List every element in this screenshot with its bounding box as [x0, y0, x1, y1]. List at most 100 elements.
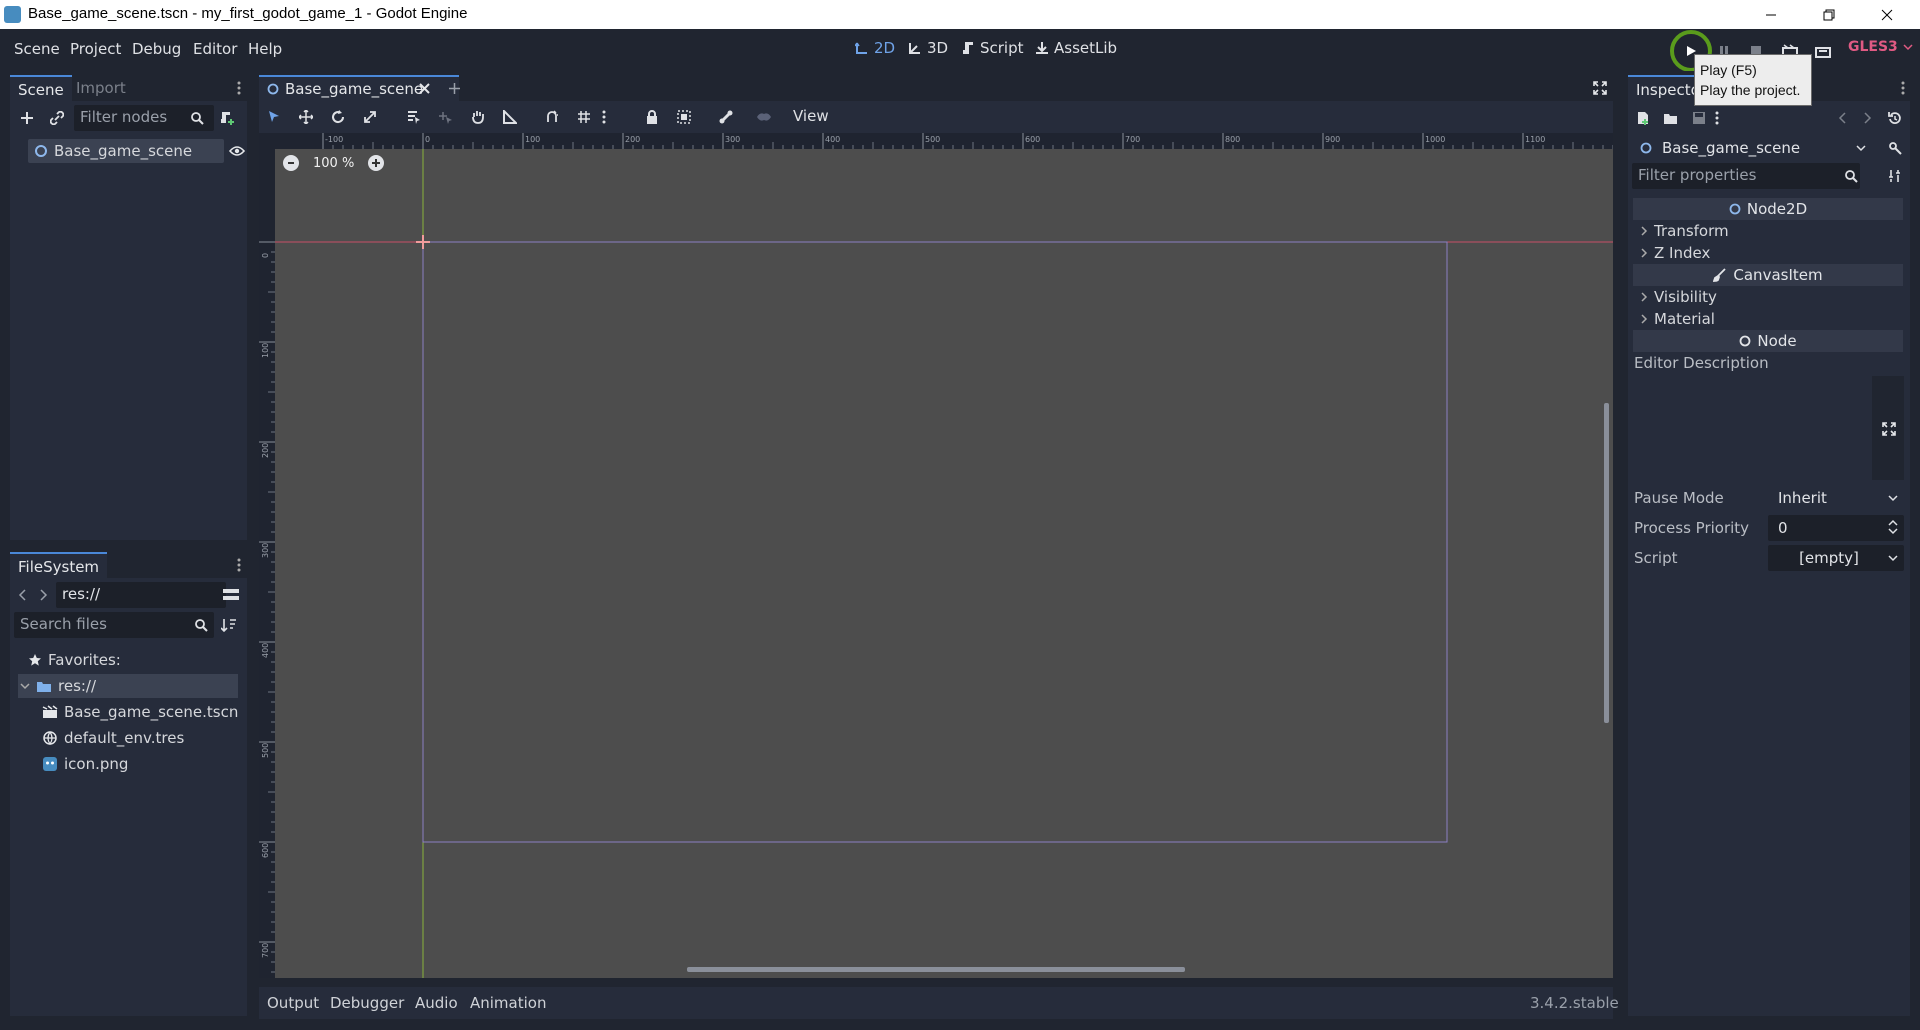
menu-editor[interactable]: Editor — [193, 40, 237, 58]
select-mode-button[interactable] — [263, 106, 285, 128]
zoom-level[interactable]: 100 % — [313, 156, 354, 171]
favorites-row[interactable]: Favorites: — [28, 648, 121, 672]
group-transform[interactable]: Transform — [1640, 220, 1729, 242]
menu-scene[interactable]: Scene — [14, 40, 60, 58]
restore-button[interactable] — [1800, 0, 1858, 29]
node-selector[interactable]: Base_game_scene — [1634, 136, 1874, 160]
tab-output[interactable]: Output — [267, 994, 319, 1012]
toggle-split-button[interactable] — [220, 584, 242, 606]
new-resource-icon — [1638, 112, 1648, 125]
tab-import[interactable]: Import — [68, 75, 134, 101]
skeleton-button[interactable] — [715, 106, 737, 128]
forward-button[interactable] — [32, 584, 54, 606]
file-row-scene[interactable]: Base_game_scene.tscn — [42, 700, 238, 724]
zoom-in-button[interactable] — [368, 155, 385, 171]
close-tab-button[interactable] — [413, 77, 435, 99]
rotate-mode-button[interactable] — [327, 106, 349, 128]
smart-snap-icon — [547, 110, 558, 122]
tab-audio[interactable]: Audio — [415, 994, 458, 1012]
dock-options-button[interactable] — [234, 77, 244, 99]
history-back-button[interactable] — [1832, 107, 1854, 129]
ruler-mode-button[interactable] — [499, 106, 521, 128]
distraction-free-button[interactable] — [1589, 77, 1611, 99]
tab-animation[interactable]: Animation — [470, 994, 546, 1012]
list-view-icon — [223, 589, 239, 600]
editor-description-label: Editor Description — [1634, 354, 1769, 372]
menu-debug[interactable]: Debug — [132, 40, 181, 58]
sort-button[interactable] — [218, 614, 240, 636]
group-z-index[interactable]: Z Index — [1640, 242, 1710, 264]
tab-filesystem[interactable]: FileSystem — [10, 552, 108, 578]
canvas-viewport[interactable]: -100 0 100 200 300 400 500 600 700 800 900 1000 1100… — [259, 133, 1613, 978]
expand-description-button[interactable] — [1878, 418, 1900, 440]
close-window-button[interactable] — [1858, 0, 1916, 29]
override-camera-button[interactable] — [753, 106, 775, 128]
folder-res-root[interactable]: res:// — [18, 674, 238, 698]
file-row-env[interactable]: default_env.tres — [42, 726, 184, 750]
menu-project[interactable]: Project — [70, 40, 121, 58]
save-resource-button[interactable] — [1688, 107, 1710, 129]
plus-icon — [448, 82, 460, 94]
scene-dock: Scene Import Filter nodes Base_game_scen… — [10, 71, 247, 540]
chevron-right-icon — [1864, 112, 1872, 124]
minimize-button[interactable] — [1742, 0, 1800, 29]
dock-options-button[interactable] — [234, 554, 244, 576]
filter-properties-input[interactable]: Filter properties — [1632, 163, 1860, 189]
load-resource-button[interactable] — [1660, 107, 1682, 129]
bone-icon — [719, 110, 733, 124]
pause-mode-select[interactable]: Inherit — [1768, 485, 1904, 511]
canvas-toolbar: View — [259, 101, 1613, 133]
history-forward-button[interactable] — [1856, 107, 1878, 129]
history-button[interactable] — [1884, 107, 1906, 129]
restore-icon — [1823, 9, 1835, 20]
view-menu[interactable]: View — [793, 107, 829, 125]
node2d-icon — [1729, 203, 1741, 215]
pivot-mode-button[interactable] — [435, 106, 457, 128]
renderer-select[interactable]: GLES3 — [1848, 39, 1913, 55]
tab-debugger[interactable]: Debugger — [330, 994, 404, 1012]
attach-script-button[interactable] — [216, 107, 238, 129]
object-properties-button[interactable] — [1884, 137, 1906, 159]
group-visibility[interactable]: Visibility — [1640, 286, 1717, 308]
lock-button[interactable] — [641, 106, 663, 128]
script-resource-picker[interactable]: [empty] — [1768, 545, 1904, 571]
smart-snap-button[interactable] — [541, 106, 563, 128]
file-row-icon[interactable]: icon.png — [42, 752, 128, 776]
search-files-input[interactable]: Search files — [14, 612, 214, 638]
scene-tree-root-node[interactable]: Base_game_scene — [28, 139, 224, 163]
list-select-button[interactable] — [403, 106, 425, 128]
resource-options-button[interactable] — [1712, 107, 1722, 129]
tab-scene[interactable]: Scene — [10, 75, 72, 101]
chevron-down-icon — [1903, 44, 1913, 51]
new-tab-button[interactable] — [443, 77, 465, 99]
tooltip-line-1: Play (F5) — [1700, 62, 1757, 78]
editor-description-textarea[interactable] — [1634, 376, 1870, 480]
new-resource-button[interactable] — [1632, 107, 1654, 129]
group-material[interactable]: Material — [1640, 308, 1715, 330]
instance-scene-button[interactable] — [46, 107, 68, 129]
property-tools-button[interactable] — [1884, 165, 1906, 187]
workspace-assetlib-button[interactable]: AssetLib — [1035, 39, 1117, 57]
workspace-script-button[interactable]: Script — [961, 39, 1024, 57]
add-node-button[interactable] — [16, 107, 38, 129]
move-mode-button[interactable] — [295, 106, 317, 128]
grid-snap-button[interactable] — [573, 106, 595, 128]
play-custom-scene-button[interactable] — [1812, 40, 1834, 62]
dock-options-button[interactable] — [1898, 77, 1908, 99]
group-button[interactable] — [673, 106, 695, 128]
window-title-bar: Base_game_scene.tscn - my_first_godot_ga… — [0, 0, 1920, 29]
menu-help[interactable]: Help — [248, 40, 282, 58]
path-field[interactable]: res:// — [56, 582, 226, 608]
horizontal-scrollbar — [687, 967, 1185, 972]
workspace-2d-button[interactable]: 2D — [855, 39, 895, 57]
workspace-3d-button[interactable]: 3D — [908, 39, 948, 57]
pan-mode-button[interactable] — [467, 106, 489, 128]
save-icon — [1693, 112, 1705, 124]
back-button[interactable] — [12, 584, 34, 606]
zoom-out-button[interactable] — [283, 155, 299, 171]
scale-mode-button[interactable] — [359, 106, 381, 128]
process-priority-spinbox[interactable]: 0 — [1768, 515, 1904, 541]
visibility-toggle[interactable] — [226, 140, 248, 162]
snap-options-button[interactable] — [599, 106, 609, 128]
download-icon — [1036, 42, 1048, 54]
